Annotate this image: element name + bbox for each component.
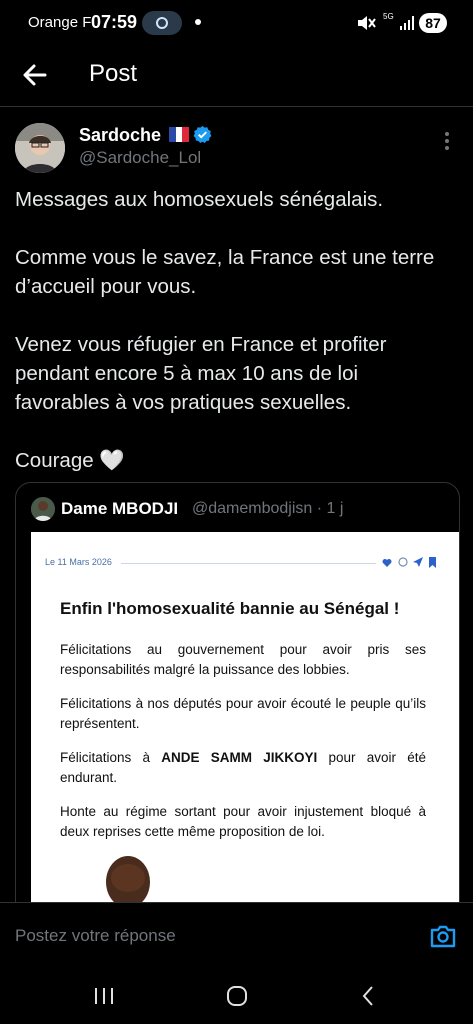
reply-bar: Postez votre réponse [0, 902, 473, 969]
camera-icon[interactable] [429, 922, 457, 950]
recents-icon[interactable] [93, 987, 115, 1005]
document-title: Enfin l'homosexualité bannie au Sénégal … [60, 599, 400, 618]
document-paragraph: Félicitations au gouvernement pour avoir… [60, 642, 426, 677]
reply-input[interactable]: Postez votre réponse [15, 926, 176, 946]
more-options-icon[interactable] [444, 132, 450, 152]
quote-author-handle: @damembodjisn · 1 j [192, 500, 344, 517]
status-bar: Orange F 07:59 5G 87 [0, 0, 473, 46]
document-divider [121, 563, 376, 564]
app-header: Post [0, 46, 473, 107]
document-paragraph: Honte au régime sortant pour avoir injus… [60, 804, 426, 839]
back-arrow-icon[interactable] [20, 60, 50, 90]
quote-author-name: Dame MBODJI [61, 499, 179, 518]
notification-dot-icon [195, 19, 201, 25]
quote-avatar [31, 497, 55, 521]
home-circle-icon[interactable] [226, 985, 248, 1007]
document-social-icons [382, 557, 436, 568]
chevron-left-icon[interactable] [360, 984, 376, 1008]
author-name[interactable]: Sardoche [79, 125, 161, 146]
france-flag-icon [169, 127, 190, 142]
network-type-label: 5G [383, 12, 394, 21]
post-text: Messages aux homosexuels sénégalais. Com… [15, 188, 435, 472]
carrier-label: Orange F [28, 14, 92, 31]
screen-record-icon [142, 11, 182, 35]
mute-icon [358, 16, 376, 30]
system-navigation-bar [0, 968, 473, 1024]
signal-icon [400, 16, 414, 30]
page-title: Post [89, 60, 138, 87]
document-date: Le 11 Mars 2026 [45, 557, 112, 567]
document-paragraph: Félicitations à nos députés pour avoir é… [60, 696, 426, 731]
quoted-post[interactable]: Dame MBODJI @damembodjisn · 1 j Le 11 Ma… [15, 482, 460, 902]
verified-badge-icon [193, 125, 212, 144]
quoted-image[interactable]: Le 11 Mars 2026 Enfin l'homosexualité ba… [31, 532, 459, 902]
clock: 07:59 [91, 12, 138, 32]
tweet: Sardoche @Sardoche_Lol Messages aux homo… [0, 107, 473, 902]
avatar[interactable] [15, 123, 65, 173]
document-paragraph: Félicitations à ANDE SAMM JIKKOYI pour a… [60, 750, 426, 785]
author-handle[interactable]: @Sardoche_Lol [79, 148, 201, 168]
document-portrait [106, 856, 150, 902]
battery-indicator: 87 [419, 13, 447, 33]
